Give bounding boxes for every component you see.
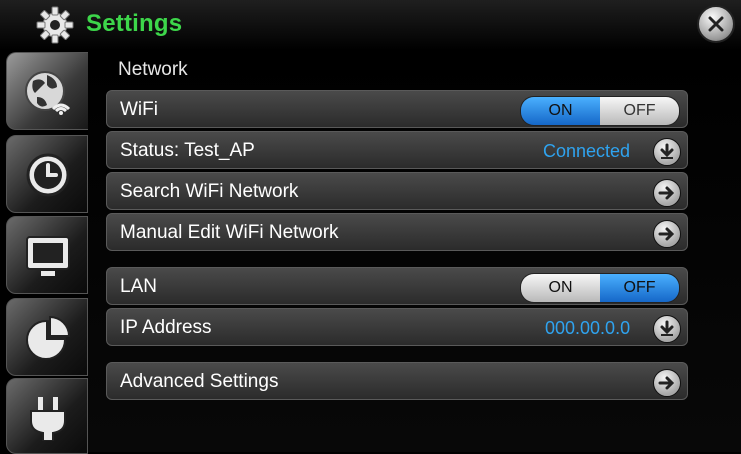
advanced-settings-label: Advanced Settings [120,371,279,392]
tab-power[interactable] [6,378,88,454]
lan-toggle[interactable]: ON OFF [520,273,680,303]
lan-label: LAN [120,276,157,297]
wifi-row: WiFi ON OFF [106,90,688,128]
clock-icon [26,153,70,197]
download-circle-icon [660,320,674,336]
wifi-on-option[interactable]: ON [521,97,600,125]
arrow-right-circle-icon [658,227,675,241]
tab-display[interactable] [6,216,88,294]
close-button[interactable] [697,5,735,43]
plug-icon [30,397,66,441]
status-row[interactable]: Status: Test_AP Connected [106,131,688,169]
manual-edit-wifi-button[interactable] [653,220,681,248]
status-expand-button[interactable] [653,138,681,166]
advanced-settings-row[interactable]: Advanced Settings [106,362,688,400]
ip-address-label: IP Address [120,317,212,338]
search-wifi-row[interactable]: Search WiFi Network [106,172,688,210]
search-wifi-button[interactable] [653,179,681,207]
manual-edit-wifi-row[interactable]: Manual Edit WiFi Network [106,213,688,251]
arrow-right-circle-icon [658,376,675,390]
window-title: Settings [86,10,183,37]
section-title: Network [118,59,188,80]
title-bar: Settings [0,0,741,50]
ip-address-value: 000.00.0.0 [545,318,631,338]
ip-expand-button[interactable] [653,315,681,343]
arrow-right-circle-icon [658,186,675,200]
gear-icon [36,6,74,44]
wifi-label: WiFi [120,99,158,120]
lan-off-option[interactable]: OFF [600,274,679,302]
ip-address-row[interactable]: IP Address 000.00.0.0 [106,308,688,346]
search-wifi-label: Search WiFi Network [120,181,299,202]
lan-row: LAN ON OFF [106,267,688,305]
tab-storage[interactable] [6,298,88,376]
pie-chart-icon [26,315,71,360]
lan-on-option[interactable]: ON [521,274,600,302]
tab-time[interactable] [6,135,88,213]
monitor-icon [26,236,70,276]
manual-edit-wifi-label: Manual Edit WiFi Network [120,222,339,243]
wifi-off-option[interactable]: OFF [600,97,679,125]
status-value: Connected [543,141,631,161]
globe-wifi-icon [25,71,71,115]
status-label: Status: Test_AP [120,140,255,161]
close-icon [708,16,724,32]
wifi-toggle[interactable]: ON OFF [520,96,680,126]
advanced-settings-button[interactable] [653,369,681,397]
download-circle-icon [660,143,674,159]
